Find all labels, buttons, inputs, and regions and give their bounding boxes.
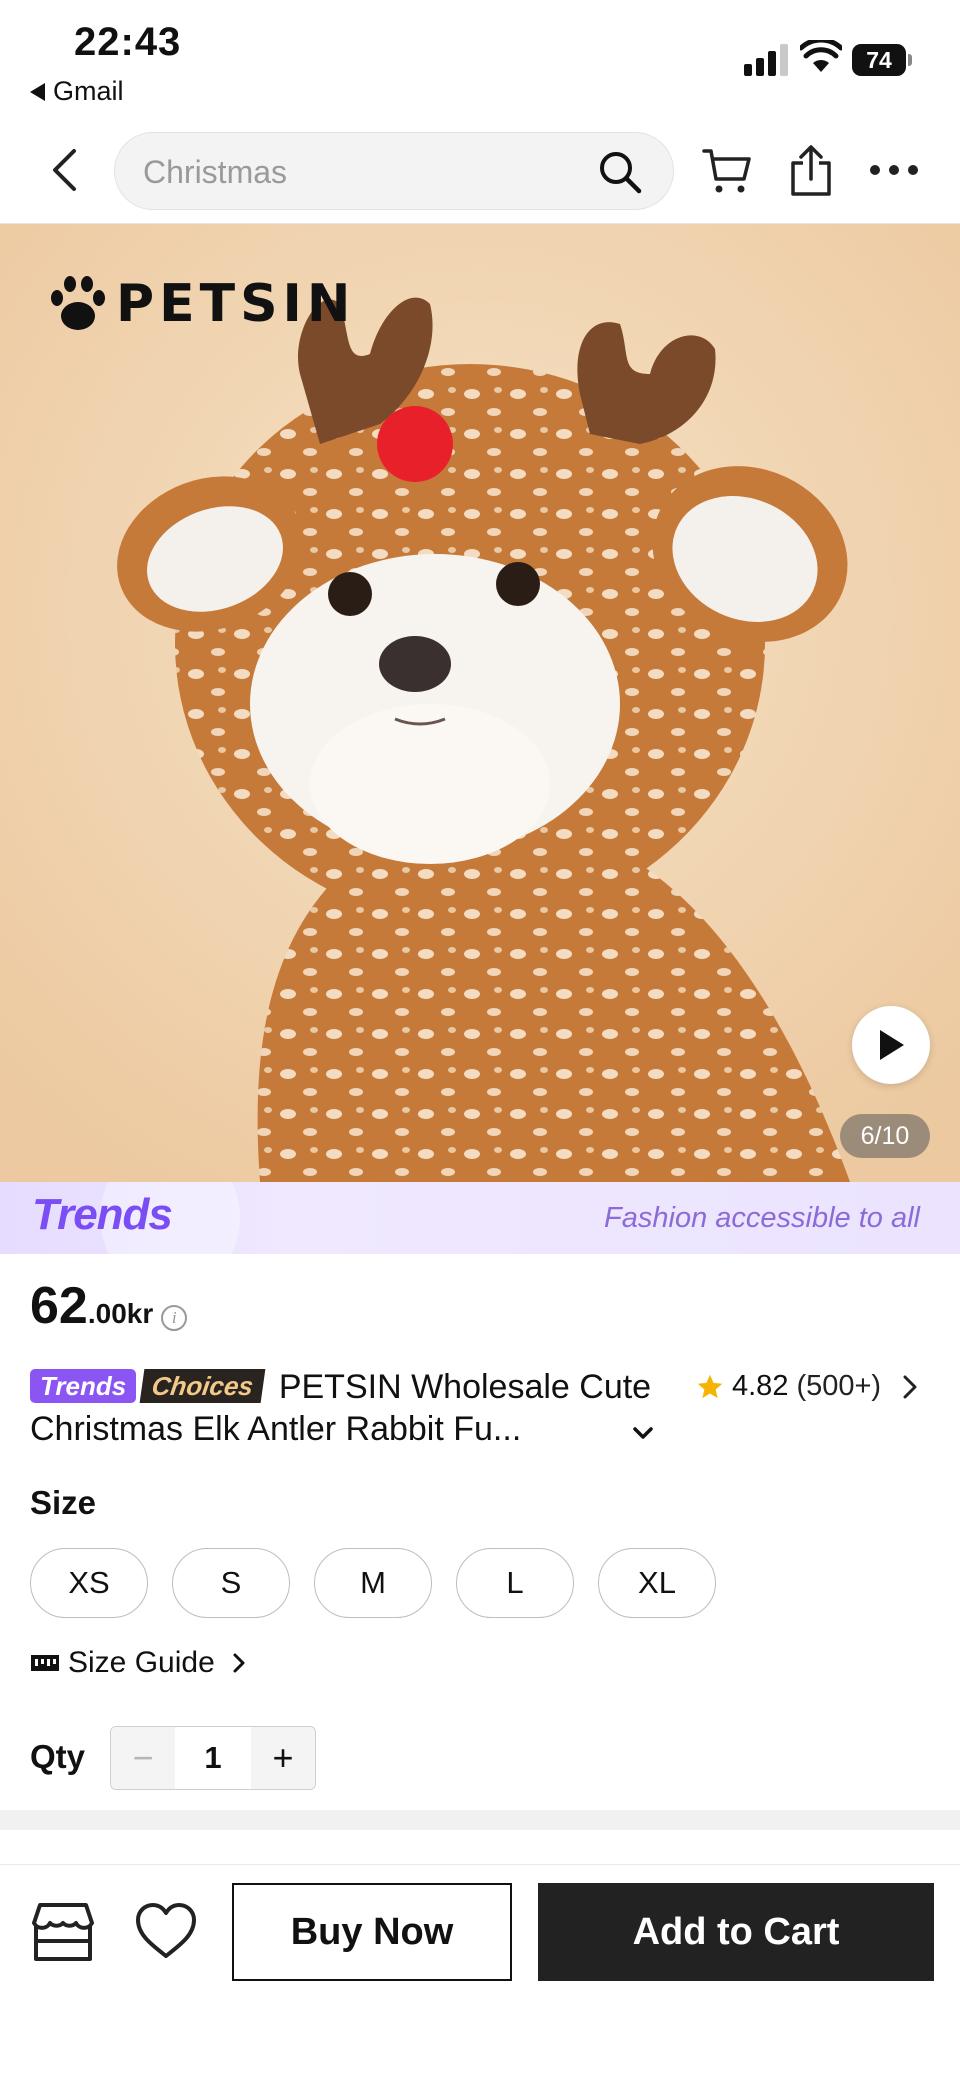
- trends-tagline: Fashion accessible to all: [604, 1202, 920, 1234]
- size-option-m[interactable]: M: [314, 1548, 432, 1618]
- price-currency: kr: [126, 1298, 154, 1329]
- price-integer: 62: [30, 1277, 88, 1335]
- back-to-app-link[interactable]: Gmail: [30, 76, 124, 107]
- size-guide-link[interactable]: Size Guide: [30, 1646, 249, 1680]
- brand-logo: PETSIN: [48, 274, 355, 334]
- size-option-s[interactable]: S: [172, 1548, 290, 1618]
- size-option-l[interactable]: L: [456, 1548, 574, 1618]
- cart-icon: [702, 149, 751, 193]
- product-photo: [0, 224, 960, 1182]
- qty-increase-button[interactable]: +: [251, 1727, 315, 1789]
- image-page-indicator: 6/10: [840, 1114, 930, 1158]
- cart-button[interactable]: [700, 144, 754, 198]
- more-icon: [870, 165, 918, 175]
- store-icon[interactable]: [30, 1899, 96, 1965]
- search-bar[interactable]: [114, 132, 674, 210]
- size-options: XS S M L XL: [30, 1548, 716, 1618]
- play-video-button[interactable]: [852, 1006, 930, 1084]
- back-triangle-icon: [30, 82, 45, 101]
- qty-value[interactable]: 1: [175, 1727, 251, 1789]
- status-time: 22:43: [74, 20, 182, 64]
- rating-value: 4.82: [732, 1370, 789, 1402]
- ruler-icon: [31, 1655, 59, 1671]
- play-icon: [880, 1030, 904, 1060]
- price-decimal: .00: [87, 1298, 127, 1329]
- product-rating[interactable]: 4.82 (500+): [696, 1370, 923, 1403]
- more-options-button[interactable]: [864, 148, 924, 192]
- status-bar: 22:43 Gmail 74: [0, 0, 960, 118]
- chevron-right-icon: [903, 1375, 917, 1398]
- paw-icon: [51, 276, 105, 330]
- battery-cap: [908, 54, 912, 66]
- qty-label: Qty: [30, 1738, 86, 1775]
- back-app-label: Gmail: [53, 76, 124, 106]
- size-label: Size: [30, 1484, 97, 1521]
- heart-icon[interactable]: [134, 1901, 198, 1961]
- share-button[interactable]: [784, 140, 838, 200]
- signal-icon: [744, 44, 788, 76]
- top-navigation-bar: [0, 118, 960, 224]
- review-count: (500+): [796, 1370, 882, 1402]
- brand-logo-text: PETSIN: [116, 274, 356, 334]
- share-icon: [791, 145, 831, 196]
- trends-badge: Trends: [30, 1369, 137, 1404]
- back-arrow-icon: [53, 149, 76, 191]
- wifi-icon: [800, 40, 842, 72]
- add-to-cart-button[interactable]: Add to Cart: [538, 1883, 934, 1981]
- buy-now-button[interactable]: Buy Now: [232, 1883, 512, 1981]
- trends-banner[interactable]: Trends Fashion accessible to all: [0, 1182, 960, 1254]
- section-divider: [0, 1810, 960, 1830]
- search-icon[interactable]: [597, 149, 643, 195]
- choices-badge: Choices: [139, 1369, 266, 1404]
- battery-indicator: 74: [852, 44, 912, 76]
- quantity-stepper: − 1 +: [110, 1726, 316, 1790]
- back-button[interactable]: [36, 140, 92, 200]
- product-price: 62 .00 kr i: [30, 1276, 188, 1336]
- search-input[interactable]: [143, 147, 583, 197]
- chevron-right-icon: [233, 1653, 245, 1673]
- star-icon: [697, 1374, 723, 1398]
- qty-decrease-button[interactable]: −: [111, 1727, 175, 1789]
- info-icon[interactable]: i: [161, 1305, 188, 1331]
- chevron-down-icon[interactable]: [630, 1420, 656, 1446]
- bottom-action-bar: Buy Now Add to Cart: [0, 1864, 960, 2078]
- product-title-row: Trends Choices PETSIN Wholesale Cute Chri…: [30, 1366, 930, 1460]
- battery-level: 74: [852, 44, 906, 76]
- trends-logo: Trends: [32, 1190, 173, 1239]
- size-guide-label: Size Guide: [68, 1646, 215, 1679]
- product-image-gallery[interactable]: PETSIN 6/10: [0, 224, 960, 1182]
- size-option-xs[interactable]: XS: [30, 1548, 148, 1618]
- size-option-xl[interactable]: XL: [598, 1548, 716, 1618]
